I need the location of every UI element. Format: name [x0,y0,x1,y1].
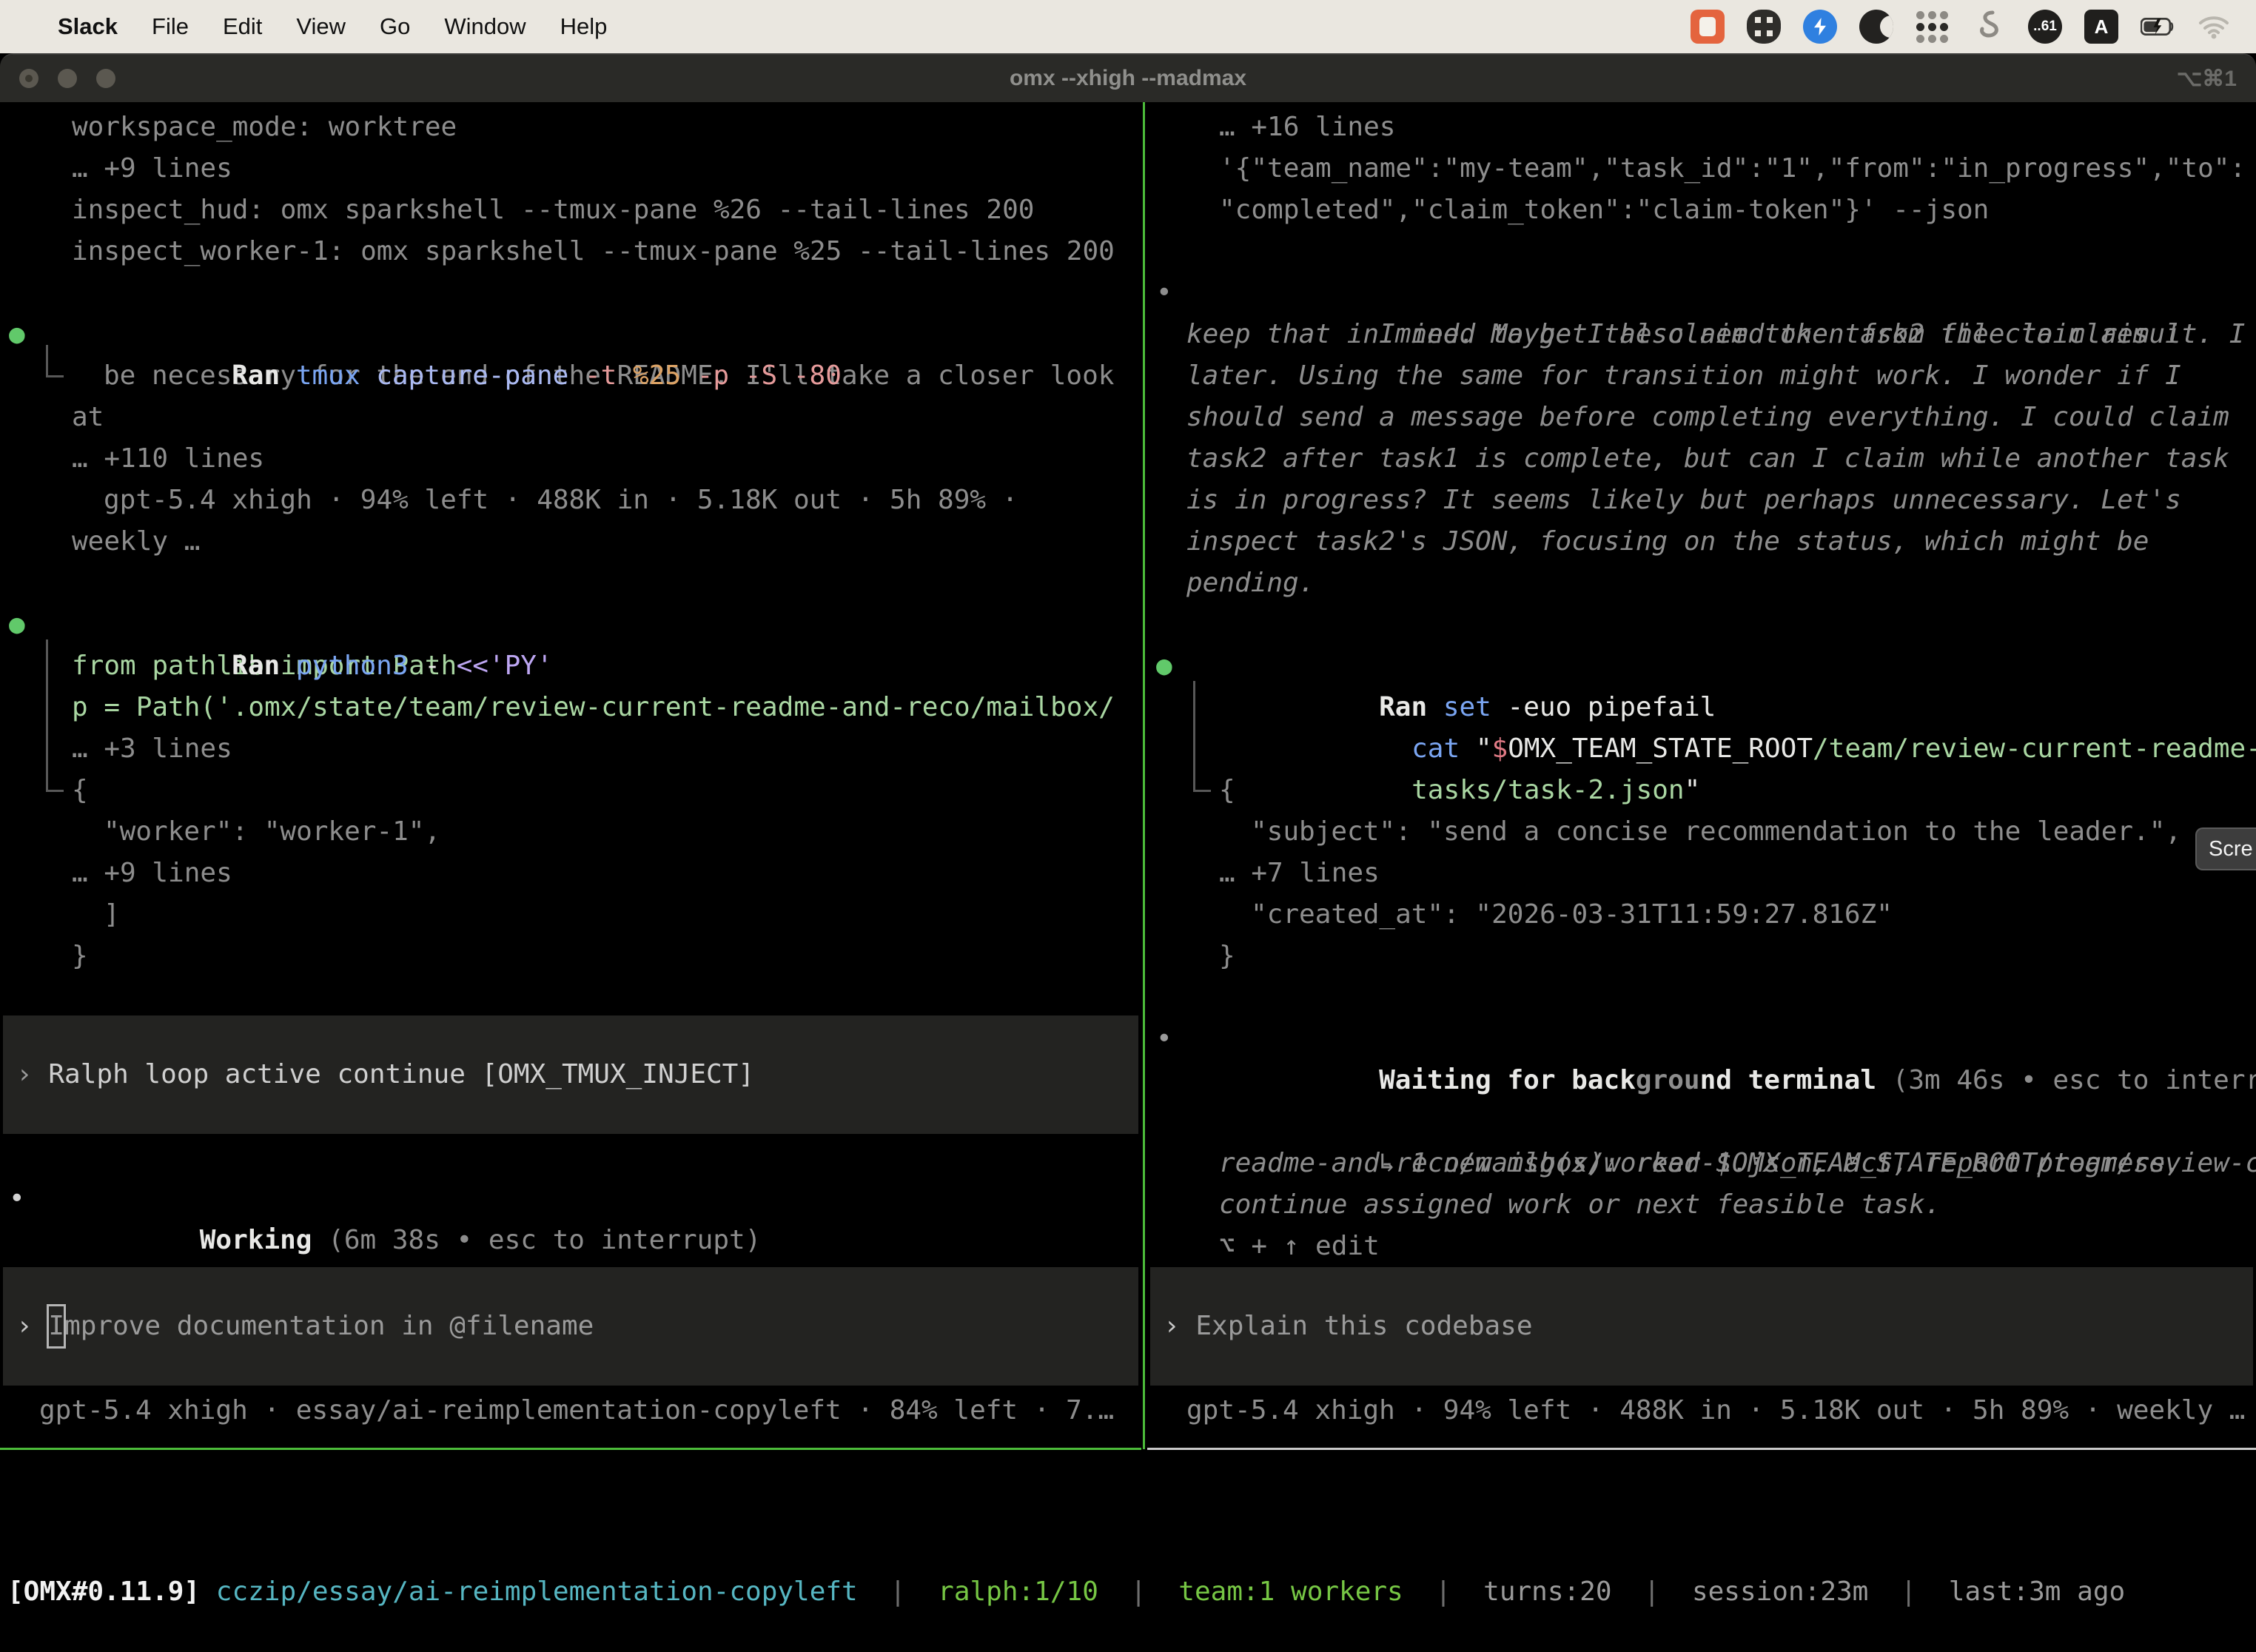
count-badge-icon[interactable]: ..61 [2028,10,2062,44]
thinking-line: inspect task2's JSON, focusing on the st… [1147,521,2256,563]
pane-border-inactive [1147,1448,2256,1450]
close-button[interactable] [19,69,38,88]
prompt-placeholder: Explain this codebase [1195,1306,1532,1347]
window-titlebar[interactable]: omx --xhigh --madmax ⌥⌘1 [0,55,2256,102]
crescent-icon[interactable] [1859,10,1893,44]
run-bullet-icon: ● [9,604,25,645]
menu-bar: Slack File Edit View Go Window Help ..61… [0,0,2256,53]
omx-session: session:23m [1692,1577,1868,1607]
output-line: inspect_worker-1: omx sparkshell --tmux-… [0,231,1141,272]
chat-app-icon[interactable] [1691,10,1725,44]
thinking-line: task2 after task1 is complete, but can I… [1147,438,2256,480]
zoom-button[interactable] [96,69,115,88]
pane-border-active [0,1448,1141,1450]
output-line: '{"team_name":"my-team","task_id":"1","f… [1147,148,2256,189]
edit-hint: ⌥ + ↑ edit [1147,1226,2256,1267]
omx-turns: turns:20 [1483,1577,1611,1607]
output-line: } [0,936,1141,977]
wifi-icon[interactable] [2197,10,2231,44]
output-line: { [0,770,1141,811]
minimize-button[interactable] [58,69,77,88]
squiggle-icon[interactable] [1972,10,2006,44]
omx-ralph: ralph:1/10 [938,1577,1098,1607]
tooltip-scre: Scre [2195,827,2256,870]
pane-hud-main[interactable]: workspace_mode: worktree … +9 lines insp… [0,102,1141,1449]
omx-version: [OMX#0.11.9] [7,1577,200,1607]
output-line: "completed","claim_token":"claim-token"}… [1147,189,2256,231]
output-line: weekly … [0,521,1141,563]
output-line: inspect_hud: omx sparkshell --tmux-pane … [0,189,1141,231]
mailbox-notice-line: readme-and-reco/mailbox/worker-1.json, a… [1147,1143,2256,1184]
desktop: Slack File Edit View Go Window Help ..61… [0,0,2256,1652]
output-line: … +9 lines [0,148,1141,189]
output-connector [1193,681,1211,792]
omx-last: last:3m ago [1949,1577,2125,1607]
status-bullet-icon: • [9,1178,25,1220]
output-connector [46,345,64,377]
output-line: "created_at": "2026-03-31T11:59:27.816Z" [1147,894,2256,936]
output-line: "worker": "worker-1", [0,811,1141,853]
output-connector [46,639,64,792]
omx-team: team:1 workers [1178,1577,1403,1607]
command-line-tmux: ●Ran tmux capture-pane -t %25 -p -S -80 [0,314,1141,355]
menu-app-name[interactable]: Slack [58,13,118,40]
status-bullet-icon: • [1156,1018,1172,1060]
command-line-set: ●Ran set -euo pipefail [1147,645,2256,687]
thinking-line: pending. [1147,563,2256,604]
omx-status-line: [OMX#0.11.9] cczip/essay/ai-reimplementa… [7,1571,2125,1613]
model-status-line: gpt-5.4 xhigh · 94% left · 488K in · 5.1… [1147,1390,2256,1431]
output-line: … +7 lines [1147,853,2256,894]
waiting-status: •Waiting for background terminal (3m 46s… [1147,1018,2256,1060]
menu-item-help[interactable]: Help [560,13,608,40]
text-cursor: I [48,1306,64,1347]
dots-grid-icon[interactable] [1916,10,1950,44]
run-bullet-icon: ● [9,314,25,355]
code-line: … +3 lines [0,728,1141,770]
run-bullet-icon: ● [1156,645,1172,687]
prompt-chevron-icon: › [16,1306,33,1347]
pane-divider[interactable] [1141,102,1147,1449]
output-line: ] [0,894,1141,936]
traffic-lights [19,55,115,102]
prompt-chevron-icon: › [1164,1306,1180,1347]
prompt-input[interactable]: › Explain this codebase [1150,1267,2253,1386]
chevron-icon: › [16,1054,33,1095]
model-status-line: gpt-5.4 xhigh · essay/ai-reimplementatio… [0,1390,1141,1431]
grid-shield-icon[interactable] [1747,10,1781,44]
omx-repo: cczip/essay/ai-reimplementation-copyleft [216,1577,858,1607]
window-title: omx --xhigh --madmax [1010,66,1246,91]
prompt-placeholder: mprove documentation in @filename [64,1306,594,1347]
thinking-line: is in progress? It seems likely but perh… [1147,480,2256,521]
window-shortcut: ⌥⌘1 [2177,66,2237,92]
thinking-bullet-icon: • [1156,272,1172,314]
working-status: •Working (6m 38s • esc to interrupt) [0,1178,1141,1220]
terminal-window: omx --xhigh --madmax ⌥⌘1 workspace_mode:… [0,53,2256,1652]
menu-status-icons: ..61 A [1691,10,2231,44]
output-line: … +110 lines [0,438,1141,480]
output-line: "subject": "send a concise recommendatio… [1147,811,2256,853]
thinking-line: should send a message before completing … [1147,397,2256,438]
pane-hud-worker[interactable]: … +16 lines '{"team_name":"my-team","tas… [1147,102,2256,1449]
prompt-input[interactable]: › Improve documentation in @filename [3,1267,1138,1386]
inject-notice: › Ralph loop active continue [OMX_TMUX_I… [3,1015,1138,1134]
output-line: workspace_mode: worktree [0,107,1141,148]
command-line-python: ●Ran python3 - <<'PY' [0,604,1141,645]
menu-item-edit[interactable]: Edit [223,13,262,40]
output-line: … +9 lines [0,853,1141,894]
menu-item-view[interactable]: View [296,13,346,40]
mailbox-notice-line: continue assigned work or next feasible … [1147,1184,2256,1226]
thinking-line: •I need to get the claim token from the … [1147,272,2256,314]
menu-item-file[interactable]: File [152,13,189,40]
menu-item-go[interactable]: Go [380,13,410,40]
terminal-content: workspace_mode: worktree … +9 lines insp… [0,102,2256,1652]
menu-item-window[interactable]: Window [444,13,526,40]
output-line: gpt-5.4 xhigh · 94% left · 488K in · 5.1… [0,480,1141,521]
battery-icon[interactable] [2141,10,2175,44]
keyboard-layout-icon[interactable]: A [2084,10,2118,44]
output-line: … +16 lines [1147,107,2256,148]
output-line: } [1147,936,2256,977]
bolt-circle-icon[interactable] [1803,10,1837,44]
